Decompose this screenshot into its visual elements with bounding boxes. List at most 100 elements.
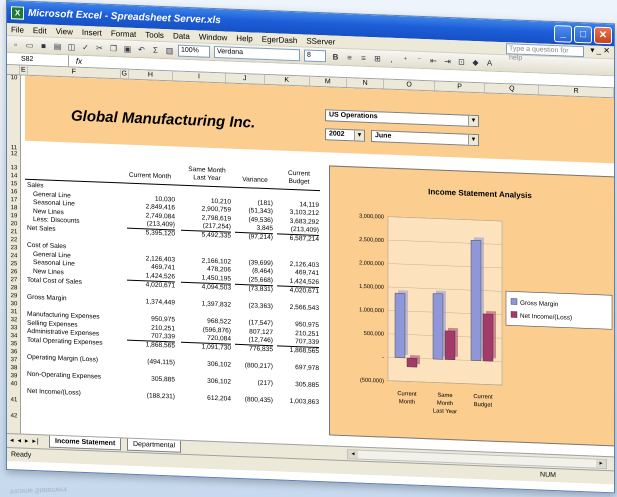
align-left-icon[interactable]: ≡ — [344, 51, 355, 62]
font-size-select[interactable]: 8 — [304, 49, 326, 63]
open-folder-icon[interactable]: ▭ — [24, 39, 35, 50]
decrease-indent-icon[interactable]: ⇤ — [428, 55, 439, 66]
new-file-icon[interactable]: ▫ — [10, 39, 21, 50]
row-header[interactable]: 27 — [7, 277, 21, 284]
cell-value[interactable] — [181, 188, 231, 190]
row-header[interactable]: 22 — [7, 237, 21, 244]
autosum-icon[interactable]: Σ — [150, 44, 161, 55]
menu-edit[interactable]: Edit — [33, 26, 47, 36]
paste-icon[interactable]: ▣ — [122, 43, 133, 54]
row-label[interactable]: Net Sales — [27, 225, 56, 234]
row-header[interactable]: 19 — [7, 213, 21, 220]
scroll-left-icon[interactable]: ◂ — [348, 450, 358, 459]
row-header[interactable]: 28 — [7, 285, 21, 292]
row-header[interactable]: 35 — [7, 341, 21, 348]
increase-decimal-icon[interactable]: ⁺ — [400, 54, 411, 65]
decrease-decimal-icon[interactable]: ⁻ — [414, 54, 425, 65]
row-header[interactable]: 15 — [7, 181, 21, 188]
cell-value[interactable] — [277, 191, 319, 193]
cell-value[interactable]: 612,204 — [181, 394, 231, 404]
menu-help[interactable]: Help — [236, 33, 252, 43]
column-header[interactable]: E — [20, 65, 28, 75]
row-header[interactable]: 23 — [7, 245, 21, 252]
minimize-button[interactable]: _ — [554, 24, 572, 43]
year-dropdown[interactable]: 2002 ▼ — [325, 128, 365, 142]
document-close-controls[interactable]: ▾ _ ✕ — [590, 45, 610, 55]
row-header[interactable]: 24 — [7, 253, 21, 260]
row-header[interactable]: 40 — [7, 381, 21, 388]
cell-value[interactable] — [235, 190, 273, 191]
row-header[interactable]: 37 — [7, 357, 21, 364]
menu-window[interactable]: Window — [199, 32, 227, 42]
row-header[interactable]: 21 — [7, 229, 21, 236]
row-header[interactable]: 42 — [7, 413, 21, 420]
row-header[interactable]: 16 — [7, 189, 21, 196]
copy-icon[interactable]: ❐ — [108, 42, 119, 53]
menu-data[interactable]: Data — [173, 31, 190, 41]
menu-file[interactable]: File — [11, 25, 24, 34]
row-header[interactable]: 10 — [7, 75, 21, 82]
column-header[interactable]: M — [309, 76, 348, 88]
cell-value[interactable]: (800,435) — [235, 396, 273, 405]
cell-value[interactable]: (188,231) — [127, 392, 175, 402]
menu-insert[interactable]: Insert — [82, 27, 102, 37]
column-header[interactable]: H — [128, 69, 174, 81]
column-header[interactable]: N — [347, 78, 385, 89]
merge-center-icon[interactable]: ⊞ — [372, 53, 383, 64]
menu-view[interactable]: View — [56, 26, 73, 36]
row-header[interactable]: 36 — [7, 349, 21, 356]
maximize-button[interactable]: □ — [574, 25, 592, 44]
row-header[interactable]: 17 — [7, 197, 21, 204]
worksheet[interactable]: 10 11 12 13 14 15 16 17 18 19 20 21 22 23 24 25 26 27 28 29… — [7, 75, 615, 457]
bold-button[interactable]: B — [330, 51, 341, 62]
column-header[interactable]: K — [264, 74, 310, 86]
cell-value[interactable] — [127, 186, 175, 188]
print-preview-icon[interactable]: ◫ — [66, 41, 77, 52]
row-label[interactable]: Sales — [27, 182, 44, 191]
fill-color-icon[interactable]: ◆ — [470, 56, 481, 67]
align-center-icon[interactable]: ≡ — [358, 52, 369, 63]
cell-value[interactable]: 1,003,863 — [277, 398, 319, 408]
undo-icon[interactable]: ↶ — [136, 43, 147, 54]
excel-icon[interactable]: X — [11, 5, 24, 20]
row-header[interactable]: 31 — [7, 309, 21, 316]
row-header[interactable]: 13 — [7, 165, 21, 172]
menu-sserver[interactable]: SServer — [306, 36, 335, 46]
comma-style-icon[interactable]: , — [386, 53, 397, 64]
row-header[interactable]: 30 — [7, 301, 21, 308]
row-header[interactable]: 26 — [7, 269, 21, 276]
column-header[interactable]: J — [225, 73, 265, 84]
row-label[interactable]: Net Income/(Loss) — [27, 388, 81, 398]
close-button[interactable]: ✕ — [594, 26, 612, 44]
spelling-icon[interactable]: ✓ — [80, 41, 91, 52]
borders-icon[interactable]: ⊡ — [456, 56, 467, 67]
increase-indent-icon[interactable]: ⇥ — [442, 55, 453, 66]
row-header[interactable]: 33 — [7, 325, 21, 332]
chart-wizard-icon[interactable]: ▥ — [164, 45, 175, 56]
font-select[interactable]: Verdana — [214, 45, 300, 62]
cut-icon[interactable]: ✂ — [94, 42, 105, 53]
select-all-corner[interactable] — [7, 65, 21, 75]
tab-scroll-buttons[interactable]: ◂ ◂ ▸ ▸| — [10, 436, 40, 445]
print-icon[interactable]: ▤ — [52, 40, 63, 51]
fx-icon[interactable]: fx — [69, 56, 89, 66]
row-header[interactable]: 38 — [7, 365, 21, 372]
income-chart[interactable]: Income Statement Analysis (500,000) - 500,0… — [329, 165, 615, 447]
zoom-select[interactable]: 100% — [178, 44, 210, 58]
row-header[interactable]: 25 — [7, 261, 21, 268]
row-header[interactable]: 34 — [7, 333, 21, 340]
menu-egerdash[interactable]: EgerDash — [262, 34, 298, 44]
row-header[interactable]: 20 — [7, 221, 21, 228]
row-header[interactable]: 39 — [7, 373, 21, 380]
row-header[interactable]: 14 — [7, 173, 21, 180]
save-icon[interactable]: ■ — [38, 40, 49, 51]
font-color-icon[interactable]: A — [484, 57, 495, 68]
row-header[interactable]: 32 — [7, 317, 21, 324]
row-header[interactable]: 41 — [7, 397, 21, 404]
row-header[interactable]: 12 — [7, 151, 21, 158]
row-header[interactable]: 29 — [7, 293, 21, 300]
help-search-input[interactable]: Type a question for help — [506, 43, 584, 62]
menu-format[interactable]: Format — [111, 29, 136, 39]
tab-departmental[interactable]: Departmental — [127, 438, 182, 453]
row-header[interactable]: 18 — [7, 205, 21, 212]
